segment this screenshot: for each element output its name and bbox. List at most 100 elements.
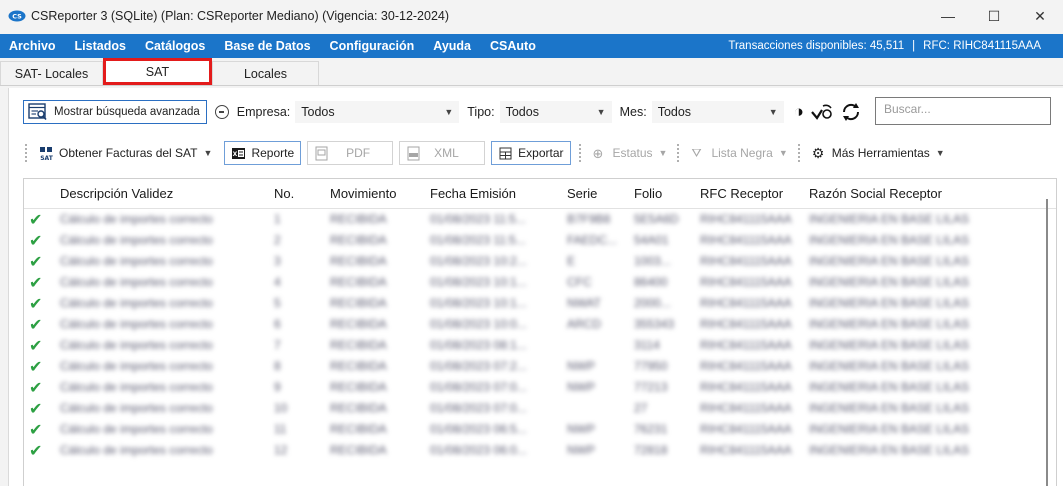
column-header-rfc[interactable]: RFC Receptor	[700, 186, 783, 201]
table-row[interactable]: ✔ Cálculo de importes correcto 6 RECIBIDA 01…	[24, 314, 1056, 335]
table-row[interactable]: ✔ Cálculo de importes correcto 5 RECIBIDA 01…	[24, 293, 1056, 314]
table-row[interactable]: ✔ Cálculo de importes correcto 3 RECIBIDA 01…	[24, 251, 1056, 272]
menu-listados[interactable]: Listados	[75, 39, 126, 53]
column-header-descripcion[interactable]: Descripción Validez	[60, 186, 173, 201]
table-row[interactable]: ✔ Cálculo de importes correcto 2 RECIBIDA 01…	[24, 230, 1056, 251]
transacciones-label: Transacciones disponibles: 45,511	[728, 40, 905, 52]
tab-sat[interactable]: SAT	[103, 58, 212, 85]
table-row[interactable]: ✔ Cálculo de importes correcto 11 RECIBIDA 0…	[24, 419, 1056, 440]
cell-rfc: RIHC841115AAA	[700, 233, 792, 247]
contrast-icon[interactable]: ◑	[794, 102, 804, 122]
cell-fecha: 01/08/2023 10:0...	[430, 317, 527, 331]
menu-archivo[interactable]: Archivo	[9, 39, 56, 53]
cell-no: 5	[274, 296, 281, 310]
cell-rfc: RIHC841115AAA	[700, 317, 792, 331]
cell-descripcion: Cálculo de importes correcto	[60, 212, 213, 226]
advanced-search-button[interactable]: Mostrar búsqueda avanzada	[23, 100, 207, 124]
cell-no: 7	[274, 338, 281, 352]
table-row[interactable]: ✔ Cálculo de importes correcto 7 RECIBIDA 01…	[24, 335, 1056, 356]
xml-button[interactable]: XML	[399, 141, 486, 165]
empresa-label: Empresa:	[236, 105, 291, 119]
mes-select[interactable]: Todos ▼	[651, 101, 784, 123]
column-header-movimiento[interactable]: Movimiento	[330, 186, 396, 201]
table-row[interactable]: ✔ Cálculo de importes correcto 10 RECIBIDA 0…	[24, 398, 1056, 419]
mes-value: Todos	[657, 105, 692, 119]
cell-razon: INGENIERIA EN BASE LILAS	[809, 275, 970, 289]
facturas-table: Descripción Validez No. Movimiento Fecha…	[23, 178, 1057, 486]
reporte-button[interactable]: X Reporte	[224, 141, 302, 165]
table-row[interactable]: ✔ Cálculo de importes correcto 8 RECIBIDA 01…	[24, 356, 1056, 377]
valid-check-icon: ✔	[29, 212, 43, 229]
empresa-value: Todos	[301, 105, 335, 119]
exportar-button[interactable]: Exportar	[491, 141, 571, 165]
advanced-search-label: Mostrar búsqueda avanzada	[54, 106, 200, 118]
tab-locales[interactable]: Locales	[212, 61, 319, 85]
cell-descripcion: Cálculo de importes correcto	[60, 254, 213, 268]
tab-sat-locales[interactable]: SAT- Locales	[0, 61, 103, 85]
obtener-facturas-label: Obtener Facturas del SAT	[59, 146, 198, 160]
cell-folio: 2000...	[634, 296, 671, 310]
cell-no: 3	[274, 254, 281, 268]
empresa-select[interactable]: Todos ▼	[295, 101, 460, 123]
menu-csauto[interactable]: CSAuto	[490, 39, 536, 53]
cell-movimiento: RECIBIDA	[330, 212, 387, 226]
vertical-scrollbar[interactable]	[1046, 199, 1048, 486]
column-header-folio[interactable]: Folio	[634, 186, 662, 201]
tipo-select[interactable]: Todos ▼	[499, 101, 612, 123]
table-row[interactable]: ✔ Cálculo de importes correcto 9 RECIBIDA 01…	[24, 377, 1056, 398]
sat-download-icon: SAT	[40, 146, 54, 161]
tipo-label: Tipo:	[467, 105, 495, 119]
cell-folio: 86400	[634, 275, 668, 289]
cell-no: 11	[274, 422, 287, 436]
table-row[interactable]: ✔ Cálculo de importes correcto 4 RECIBIDA 01…	[24, 272, 1056, 293]
mas-herramientas-button[interactable]: ⚙ Más Herramientas ▼	[806, 141, 951, 165]
column-header-razon[interactable]: Razón Social Receptor	[809, 186, 942, 201]
cell-movimiento: RECIBIDA	[330, 422, 387, 436]
valid-check-icon: ✔	[29, 317, 43, 334]
menu-catalogos[interactable]: Catálogos	[145, 39, 205, 53]
menu-base-de-datos[interactable]: Base de Datos	[224, 39, 310, 53]
minimize-button[interactable]: —	[925, 0, 971, 32]
chevron-down-icon: ▼	[935, 148, 945, 158]
collapse-icon[interactable]	[214, 105, 229, 119]
search-input[interactable]: Buscar...	[875, 97, 1051, 125]
table-row[interactable]: ✔ Cálculo de importes correcto 1 RECIBIDA 01…	[24, 209, 1056, 230]
window-controls: — ☐ ✕	[925, 0, 1063, 32]
cell-rfc: RIHC841115AAA	[700, 401, 792, 415]
cell-no: 1	[274, 212, 281, 226]
filter-row: Mostrar búsqueda avanzada Empresa: Todos…	[23, 98, 862, 126]
cell-folio: 72818	[634, 443, 668, 457]
refresh-icon[interactable]	[840, 102, 862, 122]
cell-rfc: RIHC841115AAA	[700, 296, 792, 310]
cell-movimiento: RECIBIDA	[330, 359, 387, 373]
obtener-facturas-button[interactable]: SAT Obtener Facturas del SAT ▼	[33, 141, 218, 165]
cell-descripcion: Cálculo de importes correcto	[60, 380, 213, 394]
column-header-no[interactable]: No.	[274, 186, 294, 201]
cell-descripcion: Cálculo de importes correcto	[60, 233, 213, 247]
valid-check-icon: ✔	[29, 359, 43, 376]
cell-serie: CFC	[567, 275, 592, 289]
rfc-label: RFC: RIHC841115AAA	[923, 40, 1041, 52]
menu-configuracion[interactable]: Configuración	[330, 39, 415, 53]
close-button[interactable]: ✕	[1017, 0, 1063, 32]
cell-fecha: 01/08/2023 08:1...	[430, 338, 527, 352]
pdf-button[interactable]: PDF	[307, 141, 394, 165]
lista-negra-button[interactable]: ⛛ Lista Negra ▼	[685, 141, 793, 165]
maximize-button[interactable]: ☐	[971, 0, 1017, 32]
cell-folio: 27	[634, 401, 648, 415]
cell-folio: 3114	[634, 338, 660, 352]
valid-check-icon: ✔	[29, 422, 43, 439]
cell-folio: 1003...	[634, 254, 671, 268]
estatus-button[interactable]: ⊕ Estatus ▼	[587, 141, 674, 165]
cell-serie: B7F9B8	[567, 212, 611, 226]
cell-razon: INGENIERIA EN BASE LILAS	[809, 422, 970, 436]
column-header-serie[interactable]: Serie	[567, 186, 597, 201]
cell-descripcion: Cálculo de importes correcto	[60, 401, 213, 415]
cell-movimiento: RECIBIDA	[330, 338, 387, 352]
reporte-label: Reporte	[251, 146, 295, 160]
check-filter-icon[interactable]	[810, 102, 834, 122]
table-row[interactable]: ✔ Cálculo de importes correcto 12 RECIBIDA 0…	[24, 440, 1056, 461]
svg-text:SAT: SAT	[40, 155, 53, 161]
menu-ayuda[interactable]: Ayuda	[433, 39, 471, 53]
column-header-fecha[interactable]: Fecha Emisión	[430, 186, 516, 201]
